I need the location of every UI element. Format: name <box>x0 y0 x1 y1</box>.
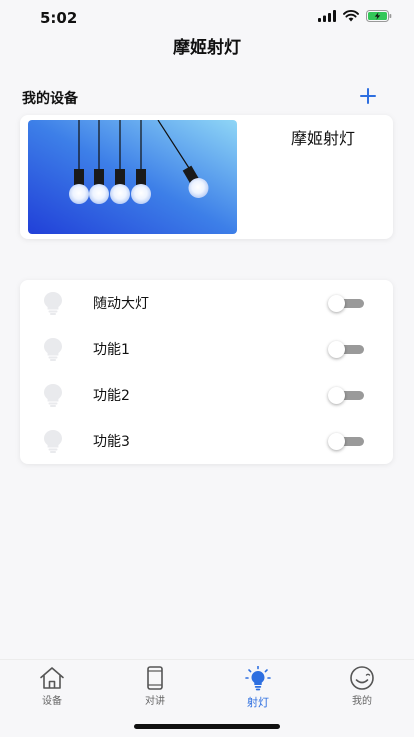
page-title: 摩姬射灯 <box>173 38 241 58</box>
battery-charging-icon <box>366 10 392 22</box>
tab-intercom[interactable]: 对讲 <box>120 666 190 716</box>
wifi-icon <box>343 10 359 22</box>
lightbulb-icon <box>44 338 62 361</box>
status-icons <box>318 10 392 22</box>
function-2-toggle[interactable] <box>328 387 364 404</box>
function-row-2: 功能2 <box>20 372 393 418</box>
add-device-button[interactable] <box>358 86 378 106</box>
lightbulb-icon <box>44 292 62 315</box>
function-row-1: 功能1 <box>20 326 393 372</box>
home-icon <box>40 667 64 689</box>
toggle-knob <box>328 341 345 358</box>
function-row-follow-headlight: 随动大灯 <box>20 280 393 326</box>
device-image <box>28 120 237 234</box>
lightbulb-icon <box>44 430 62 453</box>
follow-headlight-toggle[interactable] <box>328 295 364 312</box>
function-label: 随动大灯 <box>93 296 149 312</box>
function-row-3: 功能3 <box>20 418 393 464</box>
toggle-knob <box>328 433 345 450</box>
devices-section-header: 我的设备 <box>22 86 392 108</box>
cellular-signal-icon <box>318 10 336 22</box>
tab-me[interactable]: 我的 <box>327 666 397 716</box>
toggle-knob <box>328 387 345 404</box>
lightbulb-icon <box>245 666 271 691</box>
status-time: 5:02 <box>40 9 78 27</box>
function-3-toggle[interactable] <box>328 433 364 450</box>
device-card[interactable]: 摩姬射灯 <box>20 115 393 239</box>
function-1-toggle[interactable] <box>328 341 364 358</box>
function-label: 功能1 <box>93 342 130 358</box>
tab-label: 设备 <box>42 696 62 707</box>
device-name: 摩姬射灯 <box>291 129 356 148</box>
home-indicator <box>134 724 280 729</box>
tab-label: 我的 <box>352 696 372 707</box>
smile-icon <box>350 666 374 690</box>
tab-label: 对讲 <box>145 696 165 707</box>
devices-section-title: 我的设备 <box>22 91 78 107</box>
tab-devices[interactable]: 设备 <box>17 666 87 716</box>
lightbulb-icon <box>44 384 62 407</box>
toggle-knob <box>328 295 345 312</box>
function-label: 功能3 <box>93 434 130 450</box>
tab-label: 射灯 <box>247 696 269 709</box>
tab-spotlight[interactable]: 射灯 <box>223 666 293 716</box>
phone-icon <box>147 666 163 690</box>
status-bar: 5:02 <box>0 0 414 36</box>
function-label: 功能2 <box>93 388 130 404</box>
function-list: 随动大灯 功能1 功能2 功能3 <box>20 280 393 464</box>
